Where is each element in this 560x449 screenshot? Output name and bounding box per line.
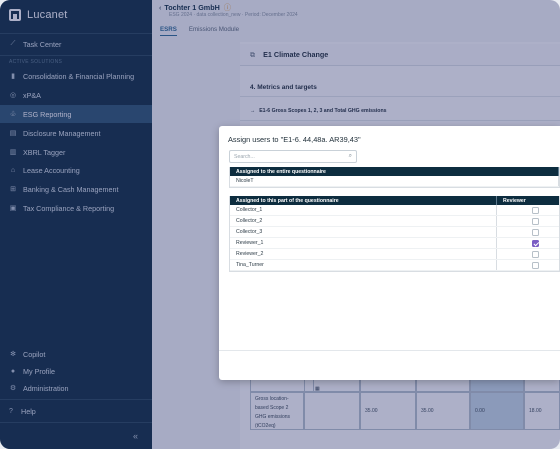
column-divider: [496, 238, 497, 248]
reviewer-checkbox[interactable]: [532, 262, 539, 269]
column-divider: [496, 227, 497, 237]
entire-questionnaire-table: Assigned to the entire questionnaire Nic…: [229, 167, 560, 188]
user-name: Reviewer_2: [236, 251, 264, 257]
column-divider: [496, 260, 497, 270]
reviewer-checkbox[interactable]: [532, 207, 539, 214]
table-row: Tina_Turner: [230, 260, 559, 271]
reviewer-checkbox[interactable]: [532, 251, 539, 258]
dialog-title: Assign users to "E1-6. 44,48a. AR39,43": [228, 135, 361, 144]
reviewer-checkbox[interactable]: [532, 240, 539, 247]
column-divider: [496, 216, 497, 226]
table-header: Assigned to this part of the questionnai…: [230, 196, 559, 205]
column-divider: [558, 176, 559, 186]
table-row: Collector_2: [230, 216, 559, 227]
part-questionnaire-table: Assigned to this part of the questionnai…: [229, 196, 560, 272]
table-header: Assigned to the entire questionnaire: [230, 167, 559, 176]
reviewer-checkbox[interactable]: [532, 229, 539, 236]
table-row: Reviewer_1: [230, 238, 559, 249]
user-name: Collector_2: [236, 218, 263, 224]
assign-users-dialog: Assign users to "E1-6. 44,48a. AR39,43" …: [219, 126, 560, 380]
table-row: Reviewer_2: [230, 249, 559, 260]
dialog-footer: [219, 350, 560, 380]
table-row: NicoleT: [230, 176, 559, 187]
user-name: NicoleT: [236, 178, 254, 184]
reviewer-checkbox[interactable]: [532, 218, 539, 225]
search-input[interactable]: Search... ⌕: [229, 150, 357, 163]
search-placeholder: Search...: [234, 153, 255, 160]
column-divider: [496, 205, 497, 215]
user-name: Tina_Turner: [236, 262, 264, 268]
user-name: Reviewer_1: [236, 240, 264, 246]
app-window: Lucanet ⟋ Task Center ACTIVE SOLUTIONS ▮…: [0, 0, 560, 449]
user-name: Collector_1: [236, 207, 263, 213]
column-header: Assigned to this part of the questionnai…: [236, 197, 339, 204]
reviewer-column-header: Reviewer: [496, 196, 526, 205]
column-divider: [496, 249, 497, 259]
user-name: Collector_3: [236, 229, 263, 235]
table-row: Collector_1: [230, 205, 559, 216]
table-row: Collector_3: [230, 227, 559, 238]
search-icon: ⌕: [348, 153, 352, 159]
column-header: Assigned to the entire questionnaire: [236, 168, 326, 175]
